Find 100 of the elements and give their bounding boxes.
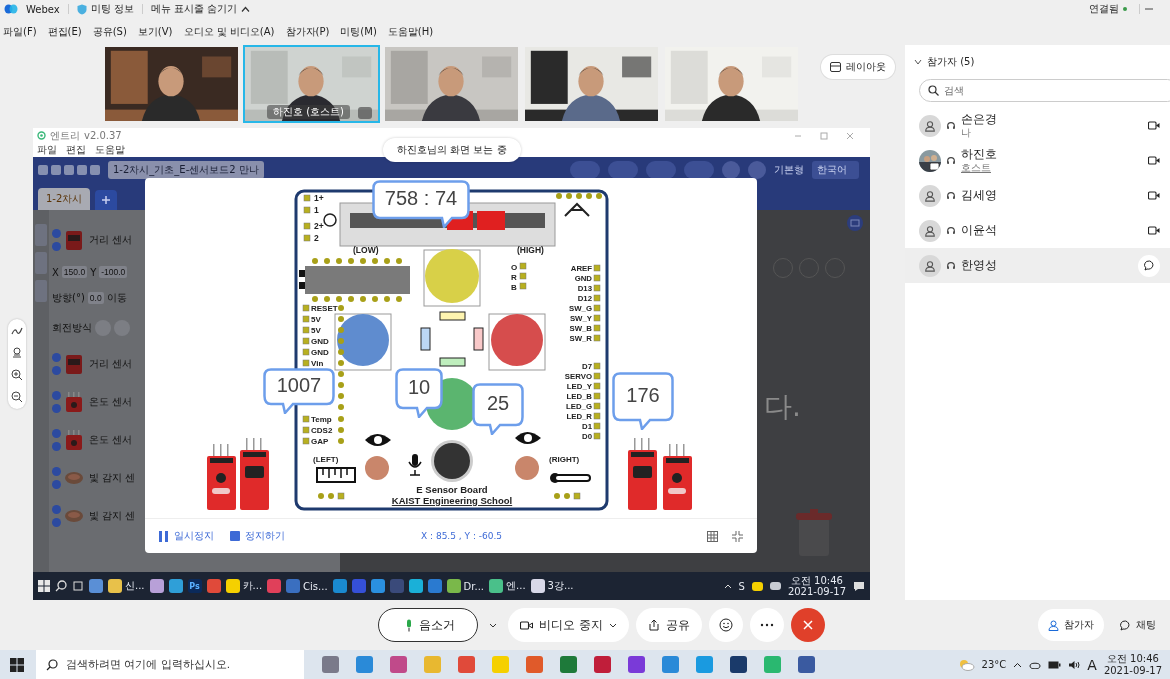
zoom-out-icon[interactable] (10, 391, 23, 403)
tray-icon[interactable] (769, 582, 781, 590)
pen-icon[interactable] (10, 325, 23, 337)
menu-item[interactable]: 도움말 (95, 143, 125, 157)
caret-icon (608, 622, 617, 628)
menu-item[interactable]: 도움말(H) (387, 24, 434, 39)
battery-icon[interactable] (1048, 660, 1062, 669)
app-label[interactable]: 신... (125, 579, 145, 593)
chevron-up-icon[interactable] (1013, 661, 1023, 668)
pin-label: 1+ (314, 193, 324, 203)
menu-item[interactable]: 공유(S) (92, 24, 127, 39)
volume-icon[interactable] (1068, 659, 1081, 670)
app-icon[interactable] (408, 579, 423, 593)
pin-label: O (511, 263, 518, 272)
project-name-field[interactable]: 1-2차시_기초_E-센서보드2 만나 (108, 161, 264, 179)
participant-row[interactable]: 손은경 나 (905, 108, 1170, 143)
toolbar-button[interactable] (570, 161, 600, 179)
reading-bubble: 176 (612, 372, 674, 430)
app-icon[interactable] (225, 579, 240, 593)
tray-icon[interactable]: S (738, 580, 745, 592)
app-icon[interactable] (168, 579, 183, 593)
app-icon[interactable]: Ps (187, 579, 202, 593)
minimize-icon[interactable] (1144, 5, 1154, 13)
participant-name: 이윤석 (961, 223, 997, 238)
app-icon[interactable] (530, 579, 545, 593)
participant-row[interactable]: 이윤석 (905, 213, 1170, 248)
cloud-icon[interactable] (1029, 660, 1042, 669)
menu-item[interactable]: 파일(F) (3, 24, 37, 39)
chevron-down-icon[interactable] (914, 59, 922, 65)
stop-video-button[interactable]: 비디오 중지 (508, 608, 629, 642)
clock[interactable]: 오전 10:46 2021-09-17 (787, 575, 846, 597)
redo-button[interactable] (748, 161, 766, 179)
panel-toggle-icon[interactable] (846, 214, 864, 232)
person-icon (924, 119, 936, 132)
menu-item[interactable]: 파일 (37, 143, 57, 157)
language-dropdown[interactable]: 한국어 (812, 161, 859, 179)
participant-row[interactable]: 한영성 (905, 248, 1170, 283)
menu-item[interactable]: 편집 (66, 143, 86, 157)
video-tile[interactable]: 하진호 (호스트) (243, 45, 380, 123)
menu-item[interactable]: 미팅(M) (340, 24, 377, 39)
zoom-in-icon[interactable] (10, 369, 23, 381)
search-field[interactable]: 검색하려면 여기에 입력하십시오. (36, 650, 304, 679)
participant-row[interactable]: 김세영 (905, 178, 1170, 213)
task-view-icon[interactable] (72, 580, 84, 592)
menu-item[interactable]: 참가자(P) (285, 24, 330, 39)
app-label[interactable]: 카... (242, 579, 263, 593)
toolbar-button[interactable] (646, 161, 676, 179)
camera-icon[interactable] (1148, 191, 1160, 200)
share-button[interactable]: 공유 (635, 608, 702, 642)
smiley-icon (718, 618, 733, 632)
tray-icon[interactable] (751, 581, 763, 591)
input-field[interactable]: 150.0 (61, 266, 88, 278)
microphone-icon (405, 618, 413, 632)
menu-item[interactable]: 편집(E) (47, 24, 82, 39)
menu-item[interactable]: 오디오 및 비디오(A) (183, 24, 275, 39)
participant-row[interactable]: 하진호 호스트 (905, 143, 1170, 178)
stamp-icon[interactable] (10, 347, 23, 359)
camera-icon[interactable] (1148, 121, 1160, 130)
stop-button[interactable]: 정지하기 (230, 529, 285, 543)
meeting-info-button[interactable]: 미팅 정보 (76, 2, 134, 16)
temperature[interactable]: 23°C (981, 659, 1007, 670)
layout-button[interactable]: 레이아웃 (821, 55, 895, 79)
input-method-indicator[interactable]: A (1087, 656, 1097, 673)
shrink-icon[interactable] (732, 530, 743, 542)
start-icon[interactable] (38, 580, 50, 592)
chat-button[interactable] (1138, 254, 1160, 277)
app-label[interactable]: 엔... (506, 579, 526, 593)
search-field[interactable]: 검색 (919, 79, 1170, 102)
maximize-icon[interactable] (820, 131, 828, 140)
app-icon[interactable] (149, 579, 164, 593)
close-icon[interactable] (846, 131, 854, 140)
input-field[interactable]: 0.0 (87, 292, 104, 304)
app-label[interactable]: 3강... (547, 579, 574, 593)
add-tab-icon[interactable] (95, 190, 118, 210)
grid-icon[interactable] (707, 530, 718, 542)
pause-button[interactable]: 일시정지 (159, 529, 214, 543)
app-label[interactable]: Cis... (303, 580, 328, 592)
camera-icon[interactable] (1148, 226, 1160, 235)
toolbar-button[interactable] (684, 161, 714, 179)
participants-button[interactable]: 참가자 (1038, 609, 1104, 641)
leave-button[interactable] (790, 608, 825, 642)
notification-icon[interactable] (853, 580, 865, 592)
clock[interactable]: 오전 10:46 2021-09-17 (1103, 653, 1162, 676)
input-field[interactable]: -100.0 (99, 266, 128, 278)
app-icon[interactable] (370, 579, 385, 593)
search-icon[interactable] (55, 580, 67, 592)
start-icon[interactable] (10, 657, 24, 672)
hide-menu-button[interactable]: 메뉴 표시줄 숨기기 (150, 2, 251, 16)
mute-button[interactable]: 음소거 (378, 608, 478, 642)
view-mode-menu[interactable]: 기본형 (774, 163, 804, 177)
app-icon[interactable] (446, 579, 461, 593)
app-label[interactable]: Dr... (463, 580, 485, 592)
menu-item[interactable]: 보기(V) (137, 24, 173, 39)
chat-button[interactable]: 채팅 (1110, 609, 1166, 641)
toolbar-button[interactable] (608, 161, 638, 179)
undo-button[interactable] (722, 161, 740, 179)
camera-icon[interactable] (1148, 156, 1160, 165)
tab[interactable]: 1-2차시 (38, 188, 91, 210)
reactions-button[interactable] (708, 608, 743, 642)
app-icon[interactable] (489, 579, 504, 593)
